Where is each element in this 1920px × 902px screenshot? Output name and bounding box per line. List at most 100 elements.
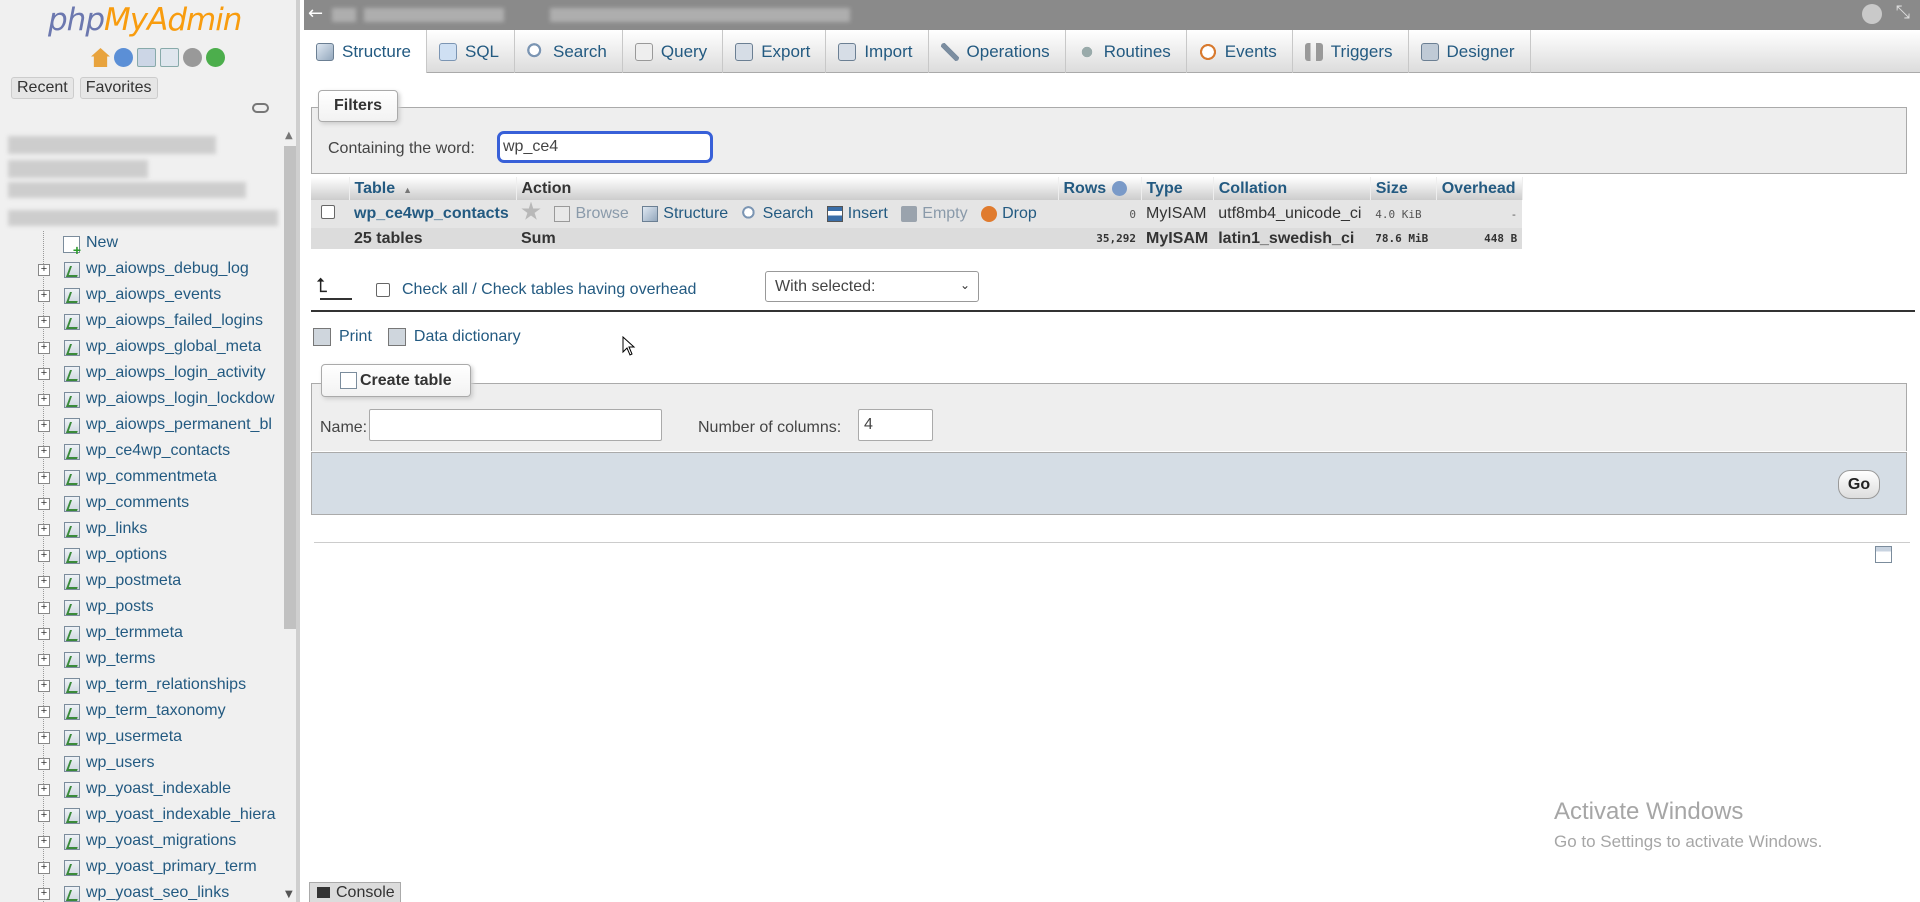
tree-item-table[interactable]: + wp_yoast_seo_links [0,881,281,902]
expand-icon[interactable]: + [38,420,50,432]
table-structure-icon[interactable] [64,808,80,824]
tree-item-table[interactable]: + wp_aiowps_failed_logins [0,309,281,335]
tree-item-label[interactable]: wp_comments [86,494,189,512]
tree-item-table[interactable]: + wp_terms [0,647,281,673]
expand-icon[interactable]: + [38,862,50,874]
drop-action[interactable]: Drop [981,205,1037,223]
header-collation[interactable]: Collation [1213,177,1371,200]
tree-item-table[interactable]: + wp_commentmeta [0,465,281,491]
tree-item-table[interactable]: + wp_aiowps_debug_log [0,257,281,283]
expand-icon[interactable]: + [38,576,50,588]
table-structure-icon[interactable] [64,262,80,278]
table-structure-icon[interactable] [64,834,80,850]
console-button[interactable]: Console [309,882,401,902]
expand-icon[interactable]: + [38,602,50,614]
tree-item-label[interactable]: wp_yoast_migrations [86,832,236,850]
reload-icon[interactable] [206,48,225,67]
table-structure-icon[interactable] [64,314,80,330]
expand-icon[interactable]: + [38,628,50,640]
expand-icon[interactable]: + [38,680,50,692]
tree-item-label[interactable]: wp_aiowps_events [86,286,221,304]
table-structure-icon[interactable] [64,860,80,876]
table-structure-icon[interactable] [64,418,80,434]
tree-item-label[interactable]: wp_aiowps_permanent_bl [86,416,272,434]
create-name-input[interactable] [369,409,662,441]
tab-sql[interactable]: SQL [427,30,516,73]
expand-icon[interactable]: + [38,368,50,380]
expand-icon[interactable]: + [38,394,50,406]
tree-new-table[interactable]: New [0,231,281,258]
scroll-up-arrow[interactable]: ▲ [285,130,293,141]
link-with-main-icon[interactable] [252,103,269,113]
tree-item-table[interactable]: + wp_aiowps_permanent_bl [0,413,281,439]
filter-input[interactable] [497,131,713,163]
tree-item-label[interactable]: wp_terms [86,650,155,668]
favorite-action[interactable] [521,201,541,222]
tab-triggers[interactable]: Triggers [1293,30,1409,73]
table-structure-icon[interactable] [64,626,80,642]
check-all-label[interactable]: Check all / Check tables having overhead [402,281,696,299]
expand-icon[interactable]: + [38,550,50,562]
check-all-checkbox[interactable] [376,283,390,297]
expand-icon[interactable]: + [38,342,50,354]
table-structure-icon[interactable] [64,392,80,408]
tree-item-table[interactable]: + wp_postmeta [0,569,281,595]
with-selected-dropdown[interactable]: With selected: ⌄ [765,271,979,302]
tree-item-table[interactable]: + wp_users [0,751,281,777]
tree-item-label[interactable]: wp_aiowps_debug_log [86,260,249,278]
expand-icon[interactable]: + [38,654,50,666]
table-name-link[interactable]: wp_ce4wp_contacts [354,205,509,222]
table-structure-icon[interactable] [64,444,80,460]
phpmyadmin-logo[interactable]: phpMyAdmin [48,2,242,38]
table-structure-icon[interactable] [64,470,80,486]
tree-item-table[interactable]: + wp_termmeta [0,621,281,647]
tree-item-label[interactable]: wp_aiowps_failed_logins [86,312,263,330]
tree-item-label[interactable]: wp_yoast_seo_links [86,884,229,902]
table-structure-icon[interactable] [64,548,80,564]
table-structure-icon[interactable] [64,782,80,798]
favorites-button[interactable]: Favorites [79,77,158,99]
print-link[interactable]: Print [339,328,372,346]
scroll-thumb[interactable] [284,146,296,629]
tree-item-table[interactable]: + wp_usermeta [0,725,281,751]
expand-icon[interactable]: + [38,810,50,822]
page-settings-icon[interactable] [1875,546,1892,563]
table-structure-icon[interactable] [64,652,80,668]
recent-button[interactable]: Recent [11,77,74,99]
tree-item-table[interactable]: + wp_yoast_primary_term [0,855,281,881]
table-structure-icon[interactable] [64,496,80,512]
sort-size-link[interactable]: Size [1376,180,1408,197]
expand-icon[interactable]: + [38,706,50,718]
tab-designer[interactable]: Designer [1409,30,1531,73]
tree-item-label[interactable]: wp_aiowps_login_activity [86,364,266,382]
expand-icon[interactable]: + [38,732,50,744]
nav-scrollbar[interactable]: ▲ ▼ [281,128,296,902]
expand-icon[interactable]: + [38,290,50,302]
empty-action[interactable]: Empty [901,205,968,223]
expand-icon[interactable]: + [38,836,50,848]
expand-icon[interactable]: + [38,498,50,510]
sort-table-link[interactable]: Table [355,180,396,197]
go-button[interactable]: Go [1838,470,1880,499]
sort-overhead-link[interactable]: Overhead [1442,180,1516,197]
tree-item-label[interactable]: wp_commentmeta [86,468,217,486]
back-arrow-icon[interactable]: ← [308,3,323,24]
table-structure-icon[interactable] [64,366,80,382]
expand-icon[interactable]: + [38,524,50,536]
header-table[interactable]: Table ▲ [349,177,517,200]
data-dictionary-link[interactable]: Data dictionary [414,328,521,346]
tree-item-label[interactable]: wp_term_relationships [86,676,246,694]
header-rows[interactable]: Rows [1058,177,1142,200]
tab-events[interactable]: Events [1187,30,1293,73]
tree-item-label[interactable]: wp_posts [86,598,154,616]
expand-icon[interactable]: + [38,446,50,458]
tree-item-label[interactable]: wp_ce4wp_contacts [86,442,230,460]
header-overhead[interactable]: Overhead [1436,177,1523,200]
tree-item-table[interactable]: + wp_posts [0,595,281,621]
tree-item-table[interactable]: + wp_yoast_indexable_hiera [0,803,281,829]
tree-item-table[interactable]: + wp_options [0,543,281,569]
tab-query[interactable]: Query [623,30,724,73]
rows-help-icon[interactable] [1112,180,1128,196]
tree-item-table[interactable]: + wp_term_relationships [0,673,281,699]
table-structure-icon[interactable] [64,886,80,902]
